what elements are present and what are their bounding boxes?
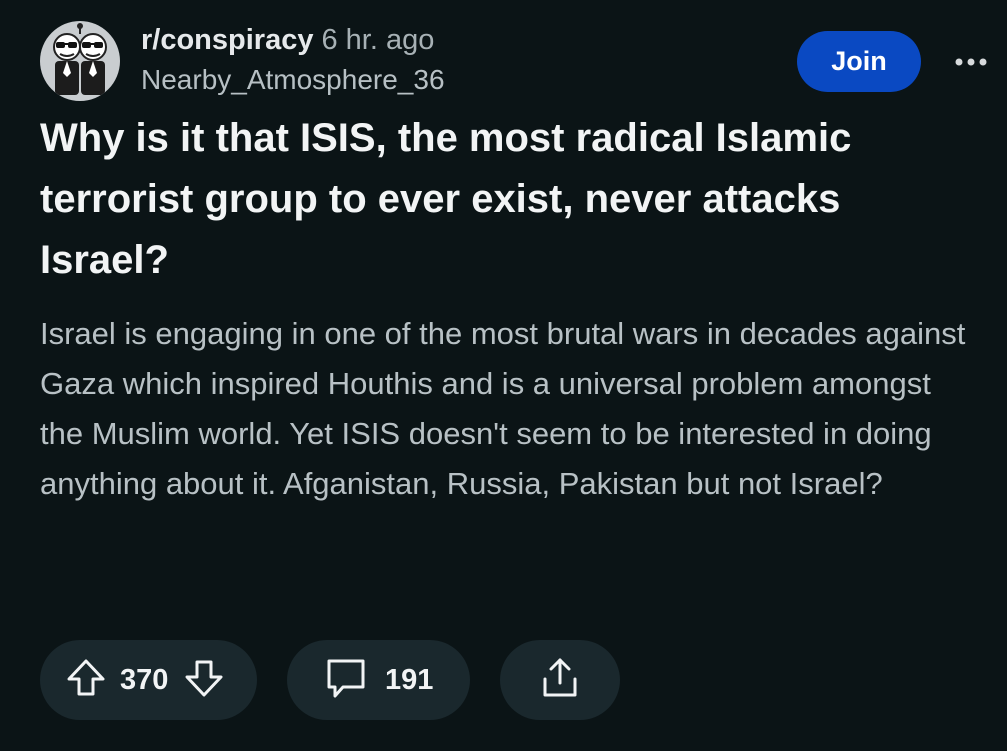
more-options-icon[interactable] <box>951 44 991 80</box>
post-card: r/conspiracy 6 hr. ago Nearby_Atmosphere_… <box>0 0 1007 751</box>
post-body: Israel is engaging in one of the most br… <box>40 316 966 501</box>
comment-bubble-icon <box>323 655 369 706</box>
join-button[interactable]: Join <box>797 31 921 92</box>
subreddit-name[interactable]: r/conspiracy <box>141 24 313 56</box>
post-meta: r/conspiracy 6 hr. ago <box>141 24 434 57</box>
subreddit-avatar-icon[interactable] <box>40 21 120 101</box>
post-time: 6 hr. ago <box>321 24 435 56</box>
upvote-arrow-icon[interactable] <box>64 656 108 705</box>
vote-bar: 370 <box>40 640 257 720</box>
vote-count: 370 <box>120 663 169 696</box>
share-button[interactable] <box>500 640 620 720</box>
comment-count: 191 <box>385 663 434 696</box>
post-title[interactable]: Why is it that ISIS, the most radical Is… <box>40 108 970 291</box>
author-name[interactable]: Nearby_Atmosphere_36 <box>141 64 445 96</box>
downvote-arrow-icon[interactable] <box>182 656 226 705</box>
comments-button[interactable]: 191 <box>287 640 470 720</box>
share-icon <box>537 655 583 706</box>
